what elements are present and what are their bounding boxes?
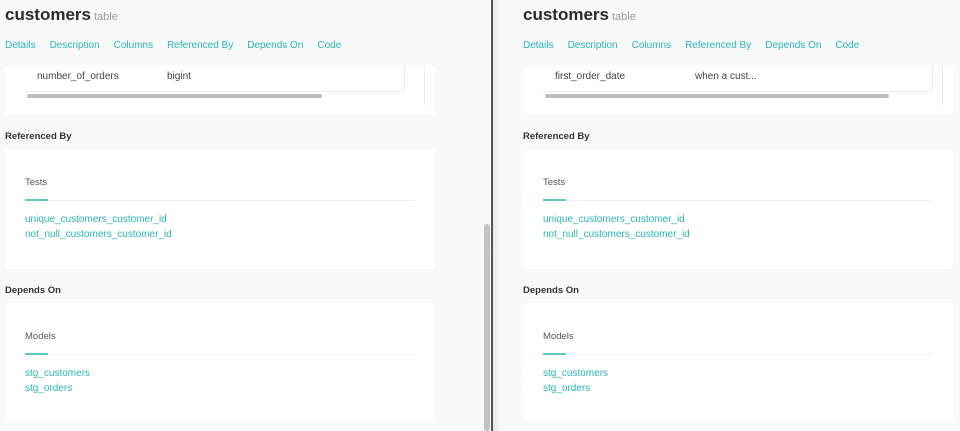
right-pane: customers table Details Description Colum… [493,0,960,431]
model-type: table [93,11,118,23]
tab-underline [543,353,933,355]
column-name: number_of_orders [37,71,119,82]
tab-columns[interactable]: Columns [632,40,671,51]
column-value: when a cust... [695,71,757,82]
model-type: table [611,11,636,23]
model-name: customers [5,5,91,24]
table-row: number_of_orders bigint [25,65,405,92]
model-link[interactable]: stg_orders [25,381,90,396]
depends-on-card: Models stg_customers stg_orders [523,303,953,423]
tab-code[interactable]: Code [835,40,859,51]
test-link[interactable]: unique_customers_customer_id [25,212,172,227]
vertical-scrollbar[interactable] [484,224,490,431]
referenced-by-card: Tests unique_customers_customer_id not_n… [5,149,435,269]
depends-on-heading: Depends On [5,285,61,296]
left-pane: customers table Details Description Colum… [0,0,482,431]
referenced-by-heading: Referenced By [523,131,590,142]
tab-columns[interactable]: Columns [114,40,153,51]
model-link[interactable]: stg_customers [25,366,90,381]
test-link[interactable]: unique_customers_customer_id [543,212,690,227]
depends-on-heading: Depends On [523,285,579,296]
page-title: customers table [523,5,953,25]
page-title: customers table [5,5,435,25]
tests-label: Tests [25,177,48,188]
test-link[interactable]: not_null_customers_customer_id [25,227,172,242]
tab-underline [25,353,415,355]
tab-description[interactable]: Description [50,40,100,51]
columns-card: number_of_orders bigint [5,65,435,115]
tab-depends-on[interactable]: Depends On [247,40,303,51]
section-tabs: Details Description Columns Referenced B… [5,40,435,51]
table-row: first_order_date when a cust... [543,65,933,92]
model-name: customers [523,5,609,24]
tab-depends-on[interactable]: Depends On [765,40,821,51]
referenced-by-heading: Referenced By [5,131,72,142]
horizontal-scrollbar[interactable] [27,94,322,98]
tests-label: Tests [543,177,566,188]
tab-description[interactable]: Description [568,40,618,51]
columns-table: first_order_date when a cust... [543,65,943,105]
tab-underline [543,199,933,201]
tab-details[interactable]: Details [523,40,554,51]
test-link[interactable]: not_null_customers_customer_id [543,227,690,242]
column-name: first_order_date [555,71,626,82]
tab-referenced-by[interactable]: Referenced By [685,40,751,51]
models-label: Models [25,331,56,342]
models-label: Models [543,331,574,342]
tab-code[interactable]: Code [317,40,341,51]
columns-table: number_of_orders bigint [25,65,425,105]
tab-underline [25,199,415,201]
model-link[interactable]: stg_orders [543,381,608,396]
model-link[interactable]: stg_customers [543,366,608,381]
tab-referenced-by[interactable]: Referenced By [167,40,233,51]
referenced-by-card: Tests unique_customers_customer_id not_n… [523,149,953,269]
horizontal-scrollbar[interactable] [545,94,889,98]
section-tabs: Details Description Columns Referenced B… [523,40,953,51]
tab-details[interactable]: Details [5,40,36,51]
column-value: bigint [167,71,191,82]
columns-card: first_order_date when a cust... [523,65,953,115]
depends-on-card: Models stg_customers stg_orders [5,303,435,423]
